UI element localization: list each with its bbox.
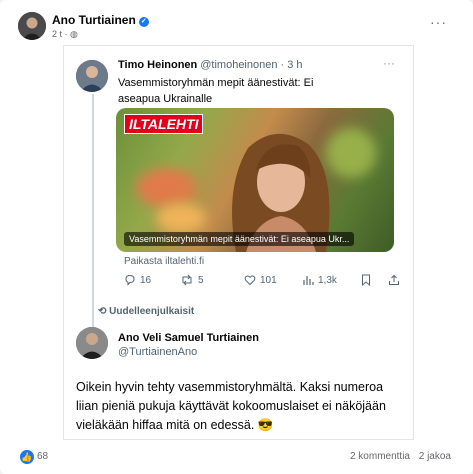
- iltalehti-logo: ILTALEHTI: [124, 114, 204, 134]
- retweet-action: 5: [180, 274, 204, 286]
- quote-author-name: Ano Veli Samuel Turtiainen: [118, 332, 259, 344]
- share-action: [388, 274, 400, 286]
- views-action: 1,3k: [302, 274, 337, 286]
- tweet-author: Timo Heinonen @timoheinonen · 3 h: [118, 59, 303, 71]
- verified-badge-icon: ✓: [138, 17, 149, 27]
- article-caption: Vasemmistoryhmän mepit äänestivät: Ei as…: [124, 232, 355, 246]
- share-icon: [389, 274, 399, 285]
- tweet-actions: 16 5 101 1,3k: [116, 274, 400, 290]
- author-name-text[interactable]: Ano Turtiainen: [52, 13, 136, 27]
- bookmark-action: [361, 274, 371, 286]
- post-footer: 👍 68 2 kommenttia 2 jakoa: [0, 446, 473, 468]
- comment-count[interactable]: 2 kommenttia: [350, 451, 410, 462]
- reaction-count[interactable]: 68: [37, 451, 48, 462]
- views-count: 1,3k: [318, 274, 337, 286]
- retweet-small-icon: ⟲: [98, 306, 107, 317]
- post-header: Ano Turtiainen ✓ 2 t · ◍ ···: [10, 10, 463, 44]
- tweet-author-handle: @timoheinonen · 3 h: [200, 59, 303, 71]
- like-count: 101: [260, 274, 277, 286]
- more-options-icon[interactable]: ···: [430, 14, 447, 30]
- tweet-more-icon: ···: [383, 56, 395, 70]
- globe-icon: ◍: [70, 29, 78, 39]
- share-count[interactable]: 2 jakoa: [419, 451, 451, 462]
- facebook-post-card: Ano Turtiainen ✓ 2 t · ◍ ··· Timo Heinone…: [0, 0, 473, 474]
- avatar-photo: [76, 327, 108, 359]
- author-avatar[interactable]: [18, 12, 46, 40]
- bookmark-icon: [362, 274, 370, 286]
- reply-action: 16: [124, 274, 151, 286]
- article-image: ILTALEHTI Vasemmistoryhmän mepit äänesti…: [116, 108, 394, 252]
- embedded-tweet-screenshot[interactable]: Timo Heinonen @timoheinonen · 3 h ··· Vas…: [63, 45, 414, 440]
- reply-icon: [125, 274, 135, 286]
- link-source: Paikasta iltalehti.fi: [124, 256, 205, 267]
- avatar-photo: [18, 12, 46, 40]
- retweeted-text: Uudelleenjulkaisit: [109, 306, 195, 317]
- tweet-author-name: Timo Heinonen: [118, 59, 198, 71]
- author-name[interactable]: Ano Turtiainen ✓: [52, 13, 149, 27]
- post-timestamp[interactable]: 2 t ·: [52, 29, 70, 39]
- retweet-icon: [182, 274, 192, 286]
- avatar-photo: [76, 60, 108, 92]
- thread-connector-line: [92, 94, 94, 334]
- quote-author-avatar: [76, 327, 108, 359]
- tweet-author-avatar: [76, 60, 108, 92]
- heart-icon: [244, 275, 256, 286]
- quote-author-handle: @TurtiainenAno: [118, 346, 198, 358]
- quote-text: Oikein hyvin tehty vasemmistoryhmältä. K…: [76, 380, 386, 432]
- tweet-text: Vasemmistoryhmän mepit äänestivät: Ei as…: [118, 77, 314, 105]
- like-reaction-icon[interactable]: 👍: [20, 450, 34, 464]
- like-action: 101: [244, 274, 277, 286]
- reply-count: 16: [140, 274, 152, 286]
- post-meta[interactable]: 2 t · ◍: [52, 29, 78, 40]
- retweet-count: 5: [198, 274, 204, 286]
- retweeted-label: ⟲ Uudelleenjulkaisit: [98, 306, 194, 317]
- views-chart-icon: [303, 276, 314, 285]
